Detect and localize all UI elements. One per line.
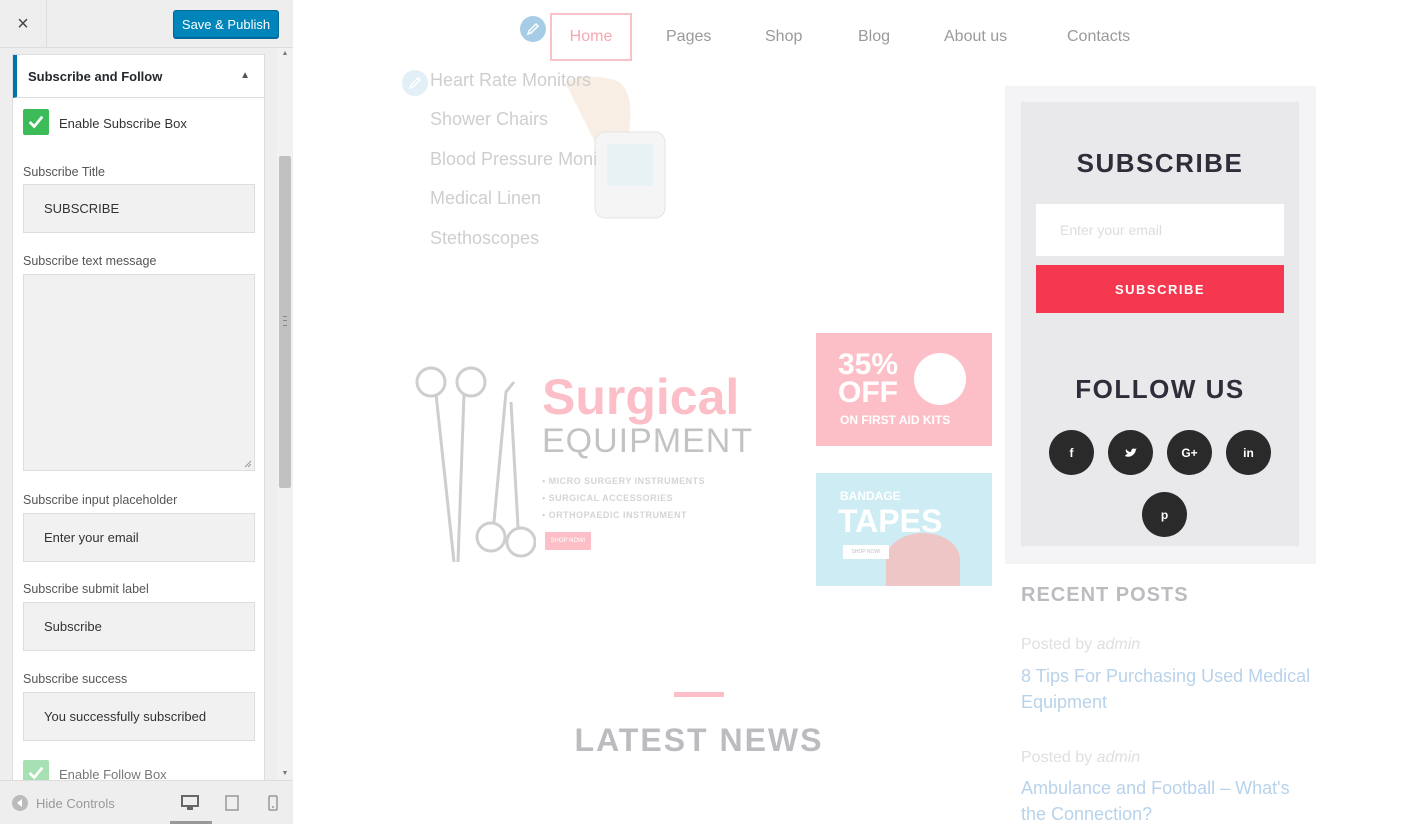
customizer-sidebar: × Save & Publish Subscribe and Follow ▲ … (0, 0, 293, 824)
subscribe-text-label: Subscribe text message (23, 254, 157, 268)
promo-percent: 35% OFF (838, 348, 899, 409)
collapse-arrow-icon[interactable]: ▲ (240, 70, 250, 81)
scrollbar-thumb[interactable] (279, 156, 291, 488)
tape-roll-image (886, 533, 960, 586)
customizer-footer: Hide Controls (0, 780, 293, 824)
recent-posts-title: RECENT POSTS (1021, 584, 1189, 606)
banner-title: Surgical (542, 369, 740, 425)
nav-item-pages[interactable]: Pages (666, 28, 711, 46)
first-aid-promo-banner[interactable]: 35% OFF ON FIRST AID KITS (816, 333, 992, 446)
edit-pencil-icon[interactable] (402, 70, 428, 96)
section-header[interactable]: Subscribe and Follow ▲ (13, 55, 264, 98)
promo-subtitle: ON FIRST AID KITS (840, 413, 951, 427)
surgical-equipment-banner[interactable]: Surgical EQUIPMENT • MICRO SURGERY INSTR… (404, 332, 788, 588)
bandage-tapes-banner[interactable]: BANDAGE TAPES SHOP NOW! (816, 473, 992, 586)
banner-bullet: • SURGICAL ACCESSORIES (542, 493, 674, 503)
banner-subtitle: EQUIPMENT (542, 422, 754, 460)
subscribe-title-label: Subscribe Title (23, 165, 105, 179)
widget-inner: SUBSCRIBE Enter your email SUBSCRIBE FOL… (1021, 102, 1299, 546)
blood-pressure-monitor-image (565, 76, 666, 219)
twitter-icon[interactable] (1108, 430, 1153, 475)
subscribe-success-label: Subscribe success (23, 672, 128, 686)
tape-shop-button[interactable]: SHOP NOW! (843, 545, 889, 559)
email-input[interactable]: Enter your email (1036, 204, 1284, 256)
category-item[interactable]: Blood Pressure Moni (430, 149, 597, 170)
post-title-link[interactable]: Ambulance and Football – What's the Conn… (1021, 775, 1311, 824)
tape-subtitle: BANDAGE (840, 489, 901, 503)
surgical-scissors-image (415, 366, 536, 563)
scroll-grip-icon (283, 316, 287, 326)
hide-controls-label: Hide Controls (36, 795, 115, 811)
nav-item-home[interactable]: Home (550, 13, 632, 61)
controls-panel: Subscribe and Follow ▲ Enable Subscribe … (0, 48, 293, 780)
subscribe-button[interactable]: SUBSCRIBE (1036, 265, 1284, 313)
checkmark-icon (28, 766, 44, 780)
subscribe-submit-label: Subscribe submit label (23, 582, 149, 596)
save-publish-button[interactable]: Save & Publish (173, 10, 279, 38)
subscribe-title: SUBSCRIBE (1076, 148, 1244, 178)
post-meta: Posted by admin (1021, 636, 1141, 653)
scroll-up-arrow-icon[interactable]: ▲ (277, 48, 293, 60)
main-navigation: Home Pages Shop Blog About us Contacts (293, 0, 1411, 72)
mobile-preview-icon[interactable] (263, 793, 283, 813)
post-title-link[interactable]: 8 Tips For Purchasing Used Medical Equip… (1021, 663, 1311, 715)
scroll-down-arrow-icon[interactable]: ▼ (277, 768, 293, 780)
site-preview: Home Pages Shop Blog About us Contacts H… (293, 0, 1411, 824)
checkmark-icon (28, 115, 44, 129)
facebook-icon[interactable]: f (1049, 430, 1094, 475)
enable-follow-label: Enable Follow Box (59, 767, 167, 780)
subscribe-placeholder-input[interactable]: Enter your email (23, 513, 255, 562)
banner-bullet: • ORTHOPAEDIC INSTRUMENT (542, 510, 687, 520)
tablet-preview-icon[interactable] (222, 793, 242, 813)
customizer-header: × Save & Publish (0, 0, 293, 48)
close-icon[interactable]: × (0, 0, 47, 48)
enable-subscribe-label: Enable Subscribe Box (59, 116, 187, 131)
section-title: Subscribe and Follow (28, 69, 163, 84)
linkedin-icon[interactable]: in (1226, 430, 1271, 475)
collapse-arrow-circle-icon (12, 795, 28, 811)
resize-grip-icon[interactable] (244, 460, 252, 468)
google-plus-icon[interactable]: G+ (1167, 430, 1212, 475)
hide-controls-button[interactable]: Hide Controls (12, 795, 115, 811)
category-item[interactable]: Shower Chairs (430, 109, 548, 130)
category-item[interactable]: Medical Linen (430, 188, 541, 209)
sidebar-scrollbar[interactable]: ▲ ▼ (277, 48, 293, 780)
pinterest-icon[interactable]: p (1142, 492, 1187, 537)
subscribe-placeholder-label: Subscribe input placeholder (23, 493, 178, 507)
edit-pencil-icon[interactable] (520, 16, 546, 42)
nav-item-shop[interactable]: Shop (765, 28, 802, 46)
first-aid-kit-icon (914, 353, 966, 405)
subscribe-success-input[interactable]: You successfully subscribed (23, 692, 255, 741)
nav-item-about[interactable]: About us (944, 28, 1007, 46)
latest-news-title: LATEST NEWS (574, 722, 824, 758)
desktop-preview-icon[interactable] (180, 793, 200, 813)
subscribe-follow-section: Subscribe and Follow ▲ Enable Subscribe … (12, 54, 265, 780)
banner-shop-button[interactable]: SHOP NOW! (545, 532, 591, 550)
category-item[interactable]: Heart Rate Monitors (430, 70, 591, 91)
enable-subscribe-checkbox[interactable] (23, 109, 49, 135)
subscribe-follow-widget: SUBSCRIBE Enter your email SUBSCRIBE FOL… (1005, 86, 1316, 564)
subscribe-title-input[interactable]: SUBSCRIBE (23, 184, 255, 233)
enable-follow-checkbox[interactable] (23, 760, 49, 780)
subscribe-text-textarea[interactable] (23, 274, 255, 471)
subscribe-submit-input[interactable]: Subscribe (23, 602, 255, 651)
banner-bullet: • MICRO SURGERY INSTRUMENTS (542, 476, 706, 486)
latest-news-accent-bar (674, 692, 724, 697)
nav-item-blog[interactable]: Blog (858, 28, 890, 46)
follow-us-title: FOLLOW US (1075, 374, 1245, 404)
category-item[interactable]: Stethoscopes (430, 228, 539, 249)
nav-item-contacts[interactable]: Contacts (1067, 28, 1130, 46)
